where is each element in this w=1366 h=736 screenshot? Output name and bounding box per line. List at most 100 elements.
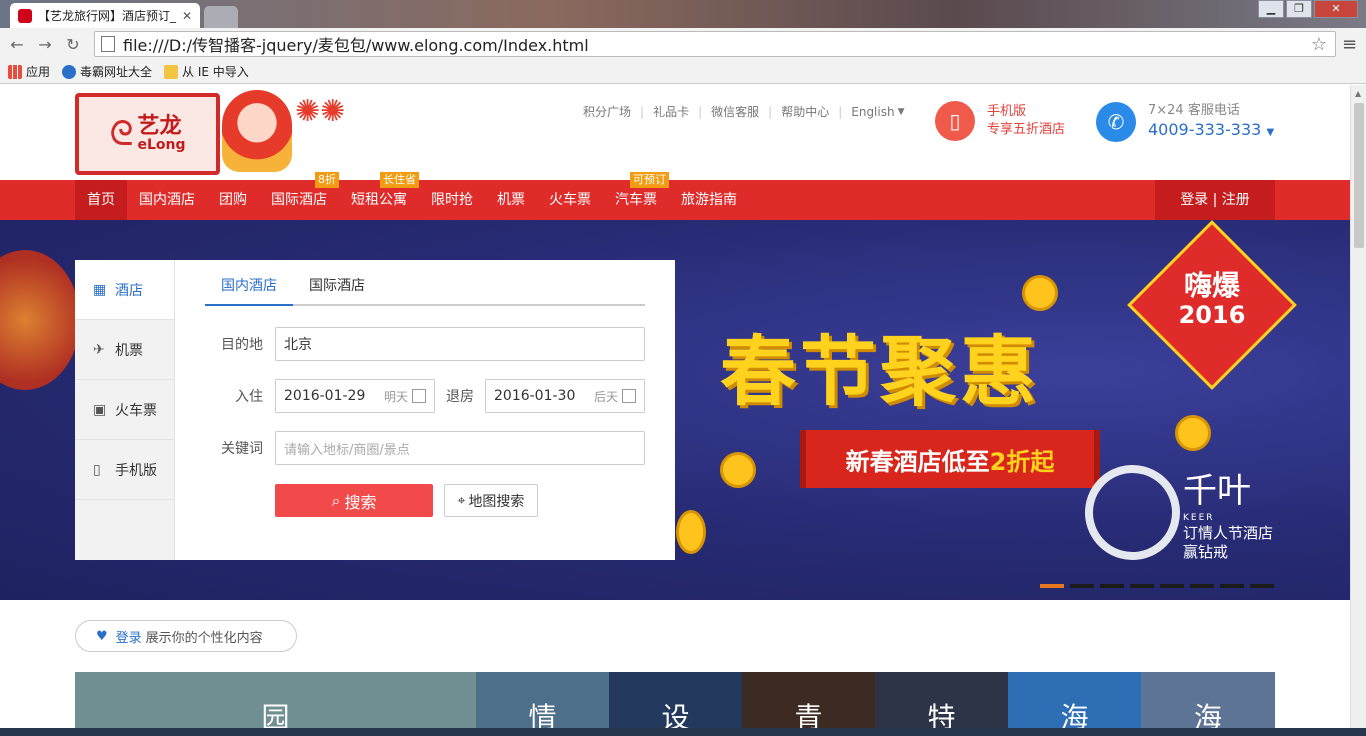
- service-hotline[interactable]: ✆ 7×24 客服电话 4009-333-333 ▼: [1096, 101, 1274, 142]
- hotline-label: 7×24 客服电话: [1148, 103, 1240, 118]
- destination-input[interactable]: 北京: [275, 327, 645, 361]
- new-tab-button[interactable]: [204, 6, 238, 28]
- link-help[interactable]: 帮助中心: [781, 103, 829, 120]
- carousel-dots: [1040, 584, 1274, 588]
- carousel-dot[interactable]: [1040, 584, 1064, 588]
- banner-ribbon: 新春酒店低至 2折起: [800, 430, 1100, 488]
- carousel-dot[interactable]: [1250, 584, 1274, 588]
- reload-icon[interactable]: ↻: [62, 35, 84, 54]
- login-register-button[interactable]: 登录 | 注册: [1155, 180, 1275, 220]
- nav-label: 限时抢: [431, 192, 473, 208]
- personalize-pill[interactable]: ♥ 登录 展示你的个性化内容: [75, 620, 297, 652]
- scrollbar-thumb[interactable]: [1354, 103, 1364, 248]
- carousel-dot[interactable]: [1220, 584, 1244, 588]
- window-close-button[interactable]: ✕: [1314, 0, 1358, 18]
- checkin-input[interactable]: 2016-01-29 明天: [275, 379, 435, 413]
- elong-logo[interactable]: ᘓ 艺龙 eLong: [75, 93, 220, 175]
- nav-flights[interactable]: 机票: [485, 180, 537, 220]
- keyword-row: 关键词 请输入地标/商圈/景点: [221, 431, 645, 465]
- side-tab-mobile[interactable]: ▯ 手机版: [75, 440, 174, 500]
- brand-cn: 千叶: [1183, 471, 1251, 511]
- address-bar[interactable]: file:///D:/传智播客-jquery/麦包包/www.elong.com…: [94, 31, 1336, 57]
- bookmark-label: 应用: [26, 65, 51, 79]
- main-nav: 首页 国内酒店 团购 国际酒店 8折 短租公寓 长住省 限时抢 机票 火车票 汽车票…: [0, 172, 1350, 220]
- nav-flash-sale[interactable]: 限时抢: [419, 180, 485, 220]
- duba-k-icon: [62, 64, 77, 79]
- tab-title: 【艺龙旅行网】酒店预订_: [38, 9, 177, 23]
- banner-headline: 春节聚惠: [720, 327, 1040, 416]
- theme-tile[interactable]: 设: [609, 672, 742, 736]
- checkout-input[interactable]: 2016-01-30 后天: [485, 379, 645, 413]
- carousel-dot[interactable]: [1190, 584, 1214, 588]
- nav-apartment[interactable]: 短租公寓 长住省: [339, 172, 419, 220]
- theme-tile[interactable]: 海: [1141, 672, 1275, 736]
- theme-tile[interactable]: 园: [75, 672, 476, 736]
- nav-label: 旅游指南: [681, 192, 737, 208]
- tab-close-icon[interactable]: ✕: [182, 9, 192, 23]
- theme-tile[interactable]: 海: [1008, 672, 1141, 736]
- nav-trains[interactable]: 火车票: [537, 180, 603, 220]
- minimize-button[interactable]: ▁: [1258, 0, 1284, 18]
- scroll-up-icon[interactable]: ▲: [1355, 89, 1361, 98]
- nav-label: 机票: [497, 192, 525, 208]
- search-button[interactable]: ⌕ 搜索: [275, 484, 433, 517]
- nav-groupbuy[interactable]: 团购: [207, 180, 259, 220]
- dest-label: 目的地: [221, 337, 263, 353]
- bookmark-star-icon[interactable]: ☆: [1311, 34, 1327, 55]
- link-wechat[interactable]: 微信客服: [711, 103, 759, 120]
- nav-domestic-hotel[interactable]: 国内酒店: [127, 180, 207, 220]
- folder-icon: [164, 64, 179, 79]
- nav-travel-guide[interactable]: 旅游指南: [669, 180, 749, 220]
- link-points[interactable]: 积分广场: [583, 103, 631, 120]
- tab-intl-hotel[interactable]: 国际酒店: [293, 272, 381, 306]
- heart-icon: ♥: [96, 628, 108, 644]
- link-giftcard[interactable]: 礼品卡: [653, 103, 689, 120]
- nav-bus[interactable]: 汽车票 可预订: [603, 172, 669, 220]
- maximize-button[interactable]: ❐: [1286, 0, 1312, 18]
- bookmark-apps[interactable]: 应用: [8, 63, 50, 80]
- bookmark-label: 从 IE 中导入: [182, 65, 249, 79]
- checkout-hint: 后天: [593, 389, 618, 404]
- gold-coin-icon: [676, 510, 706, 554]
- map-pin-icon: ⌖: [457, 492, 466, 509]
- site-header: ᘓ 艺龙 eLong ✺✺ 积分广场 | 礼品卡 | 微信客服 | 帮助中心 | Eng…: [0, 85, 1350, 180]
- top-links: 积分广场 | 礼品卡 | 微信客服 | 帮助中心 | English ▼: [583, 103, 905, 120]
- keer-promo: 千叶 KEER 订情人节酒店 赢钻戒: [1183, 470, 1273, 561]
- checkin-label: 入住: [235, 389, 263, 405]
- nav-intl-hotel[interactable]: 国际酒店 8折: [259, 172, 339, 220]
- mobile-promo[interactable]: ▯ 手机版 专享五折酒店: [935, 101, 1065, 141]
- side-tab-train[interactable]: ▣ 火车票: [75, 380, 174, 440]
- nav-tag: 可预订: [630, 172, 669, 188]
- bookmarks-bar: 应用 毒霸网址大全 从 IE 中导入: [0, 60, 1366, 84]
- bookmark-ie-import[interactable]: 从 IE 中导入: [164, 63, 249, 80]
- theme-tile[interactable]: 情: [476, 672, 609, 736]
- side-tab-flight[interactable]: ✈ 机票: [75, 320, 174, 380]
- apps-grid-icon: [8, 64, 22, 79]
- browser-menu-icon[interactable]: ≡: [1342, 34, 1357, 55]
- bookmark-duba[interactable]: 毒霸网址大全: [62, 63, 152, 80]
- side-tab-hotel[interactable]: ▦ 酒店: [75, 260, 174, 320]
- browser-tab[interactable]: 【艺龙旅行网】酒店预订_ ✕: [10, 3, 200, 28]
- theme-tile[interactable]: 青: [742, 672, 875, 736]
- browser-titlebar: 【艺龙旅行网】酒店预订_ ✕ ▁ ❐ ✕: [0, 0, 1366, 28]
- page-scrollbar[interactable]: ▲: [1350, 85, 1366, 736]
- carousel-dot[interactable]: [1160, 584, 1184, 588]
- personal-login-link[interactable]: 登录: [116, 627, 142, 646]
- keyword-label: 关键词: [221, 441, 263, 457]
- promo-banner[interactable]: 春节聚惠 新春酒店低至 2折起 嗨爆 2016 千叶 KEER 订情人节酒店 赢钻…: [0, 220, 1350, 600]
- side-tab-label: 手机版: [115, 462, 157, 479]
- browser-toolbar: ← → ↻ file:///D:/传智播客-jquery/麦包包/www.elo…: [0, 28, 1366, 60]
- back-arrow-icon[interactable]: ←: [6, 35, 28, 54]
- carousel-dot[interactable]: [1100, 584, 1124, 588]
- fireworks-icon: ✺✺: [295, 94, 346, 129]
- gold-coin-icon: [1175, 415, 1211, 451]
- forward-arrow-icon[interactable]: →: [34, 35, 56, 54]
- link-english[interactable]: English: [851, 105, 894, 119]
- carousel-dot[interactable]: [1130, 584, 1154, 588]
- keyword-input[interactable]: 请输入地标/商圈/景点: [275, 431, 645, 465]
- theme-tile[interactable]: 特: [875, 672, 1008, 736]
- carousel-dot[interactable]: [1070, 584, 1094, 588]
- nav-home[interactable]: 首页: [75, 180, 127, 220]
- map-search-button[interactable]: ⌖ 地图搜索: [444, 484, 538, 517]
- tab-domestic-hotel[interactable]: 国内酒店: [205, 272, 293, 306]
